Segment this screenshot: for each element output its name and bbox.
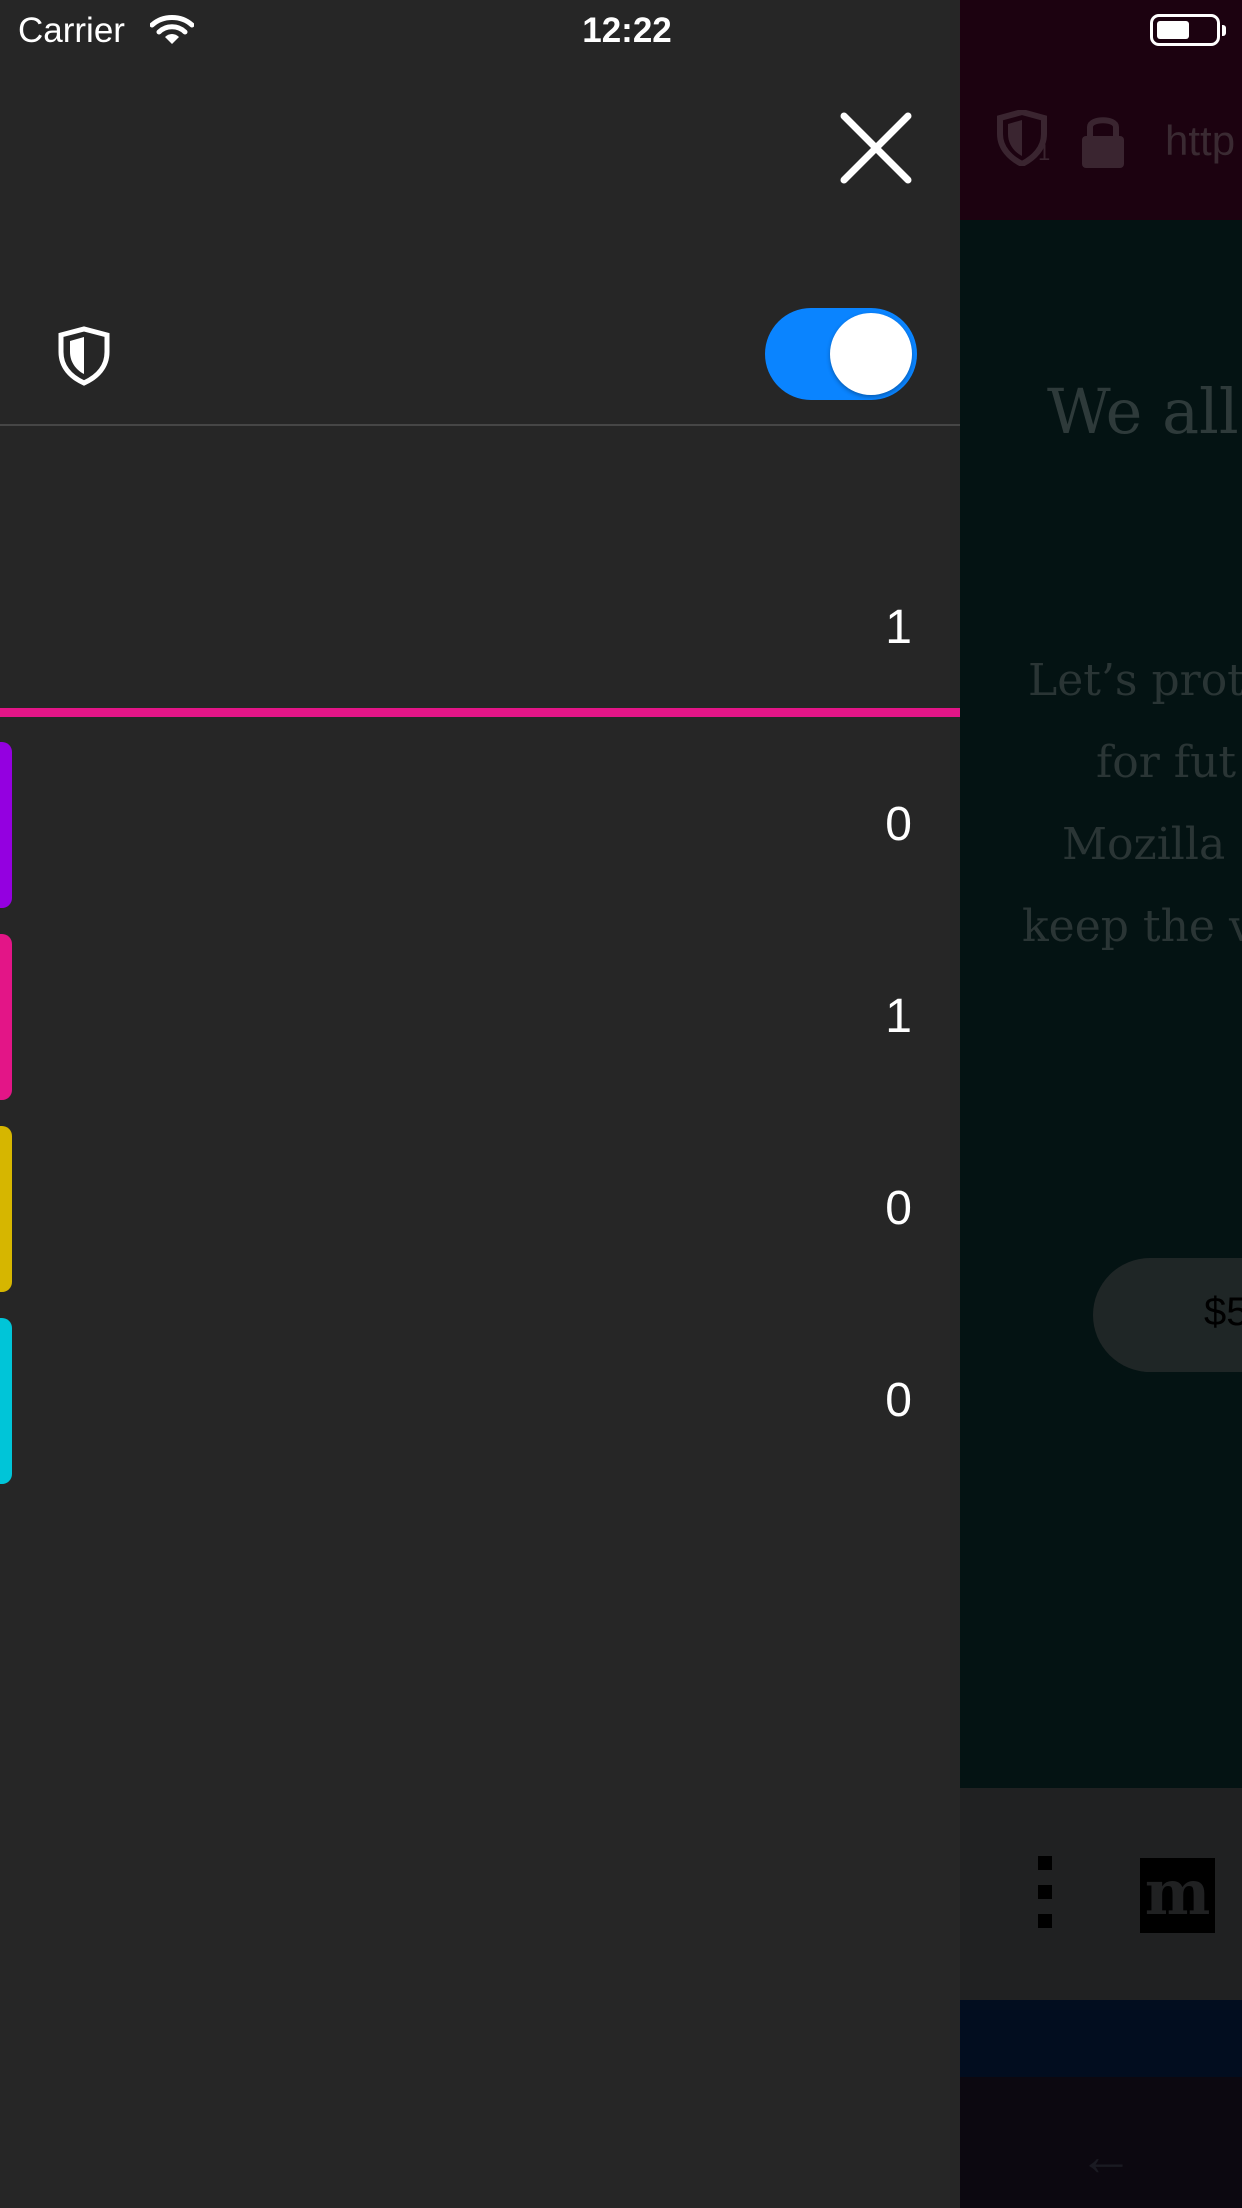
tracker-category-row: 1	[0, 934, 960, 1100]
category-count: 0	[885, 1182, 912, 1235]
tracking-protection-toggle[interactable]	[765, 308, 917, 400]
category-count: 0	[885, 798, 912, 851]
background-webpage: 1 http We all Let’s prot for fut Mozilla…	[960, 0, 1242, 2208]
trackers-breakdown-bar	[0, 708, 960, 717]
category-color-marker	[0, 1318, 12, 1484]
back-arrow-icon[interactable]: ←	[1078, 2123, 1134, 2188]
background-page-content: We all Let’s prot for fut Mozilla keep t…	[960, 220, 1242, 1788]
tracking-shield-icon[interactable]: 1	[994, 108, 1051, 171]
category-count: 0	[885, 1374, 912, 1427]
battery-level	[1157, 21, 1189, 39]
background-donate-button[interactable]: $5	[1093, 1258, 1242, 1372]
category-color-marker	[0, 1126, 12, 1292]
tracker-category-row: 0	[0, 742, 960, 908]
background-toolbar: ←	[960, 2077, 1242, 2208]
background-donate-label: $5	[1204, 1290, 1242, 1334]
tracker-category-row: 0	[0, 1318, 960, 1484]
tracking-protection-panel: 1 0 1 0 0	[0, 0, 960, 2208]
trackers-blocked-count: 1	[885, 601, 912, 654]
divider	[0, 424, 960, 426]
category-color-marker	[0, 934, 12, 1100]
background-paragraph-line: keep the v	[1022, 901, 1242, 952]
battery-icon	[1150, 14, 1226, 46]
close-button[interactable]	[836, 108, 916, 188]
category-count: 1	[885, 990, 912, 1043]
background-paragraph-line: Let’s prot	[1028, 655, 1242, 706]
category-color-marker	[0, 742, 12, 908]
status-bar: Carrier 12:22	[0, 0, 1242, 62]
background-paragraph-line: Mozilla	[1062, 819, 1226, 870]
more-options-icon[interactable]	[1038, 1856, 1052, 1943]
background-paragraph-line: for fut	[1096, 737, 1237, 788]
background-menu-bar: m	[960, 1788, 1242, 2000]
background-banner	[960, 2000, 1242, 2077]
shield-icon	[56, 326, 112, 391]
toggle-knob	[830, 313, 912, 395]
clock: 12:22	[582, 11, 672, 50]
mozilla-logo[interactable]: m	[1140, 1858, 1215, 1933]
lock-icon	[1080, 112, 1126, 173]
close-icon	[840, 112, 912, 184]
tracker-category-row: 0	[0, 1126, 960, 1292]
background-url-text[interactable]: http	[1165, 117, 1235, 165]
trackers-blocked-total-row: 1	[0, 560, 960, 690]
tracker-count-badge: 1	[1038, 140, 1051, 165]
background-headline: We all	[1047, 375, 1239, 448]
